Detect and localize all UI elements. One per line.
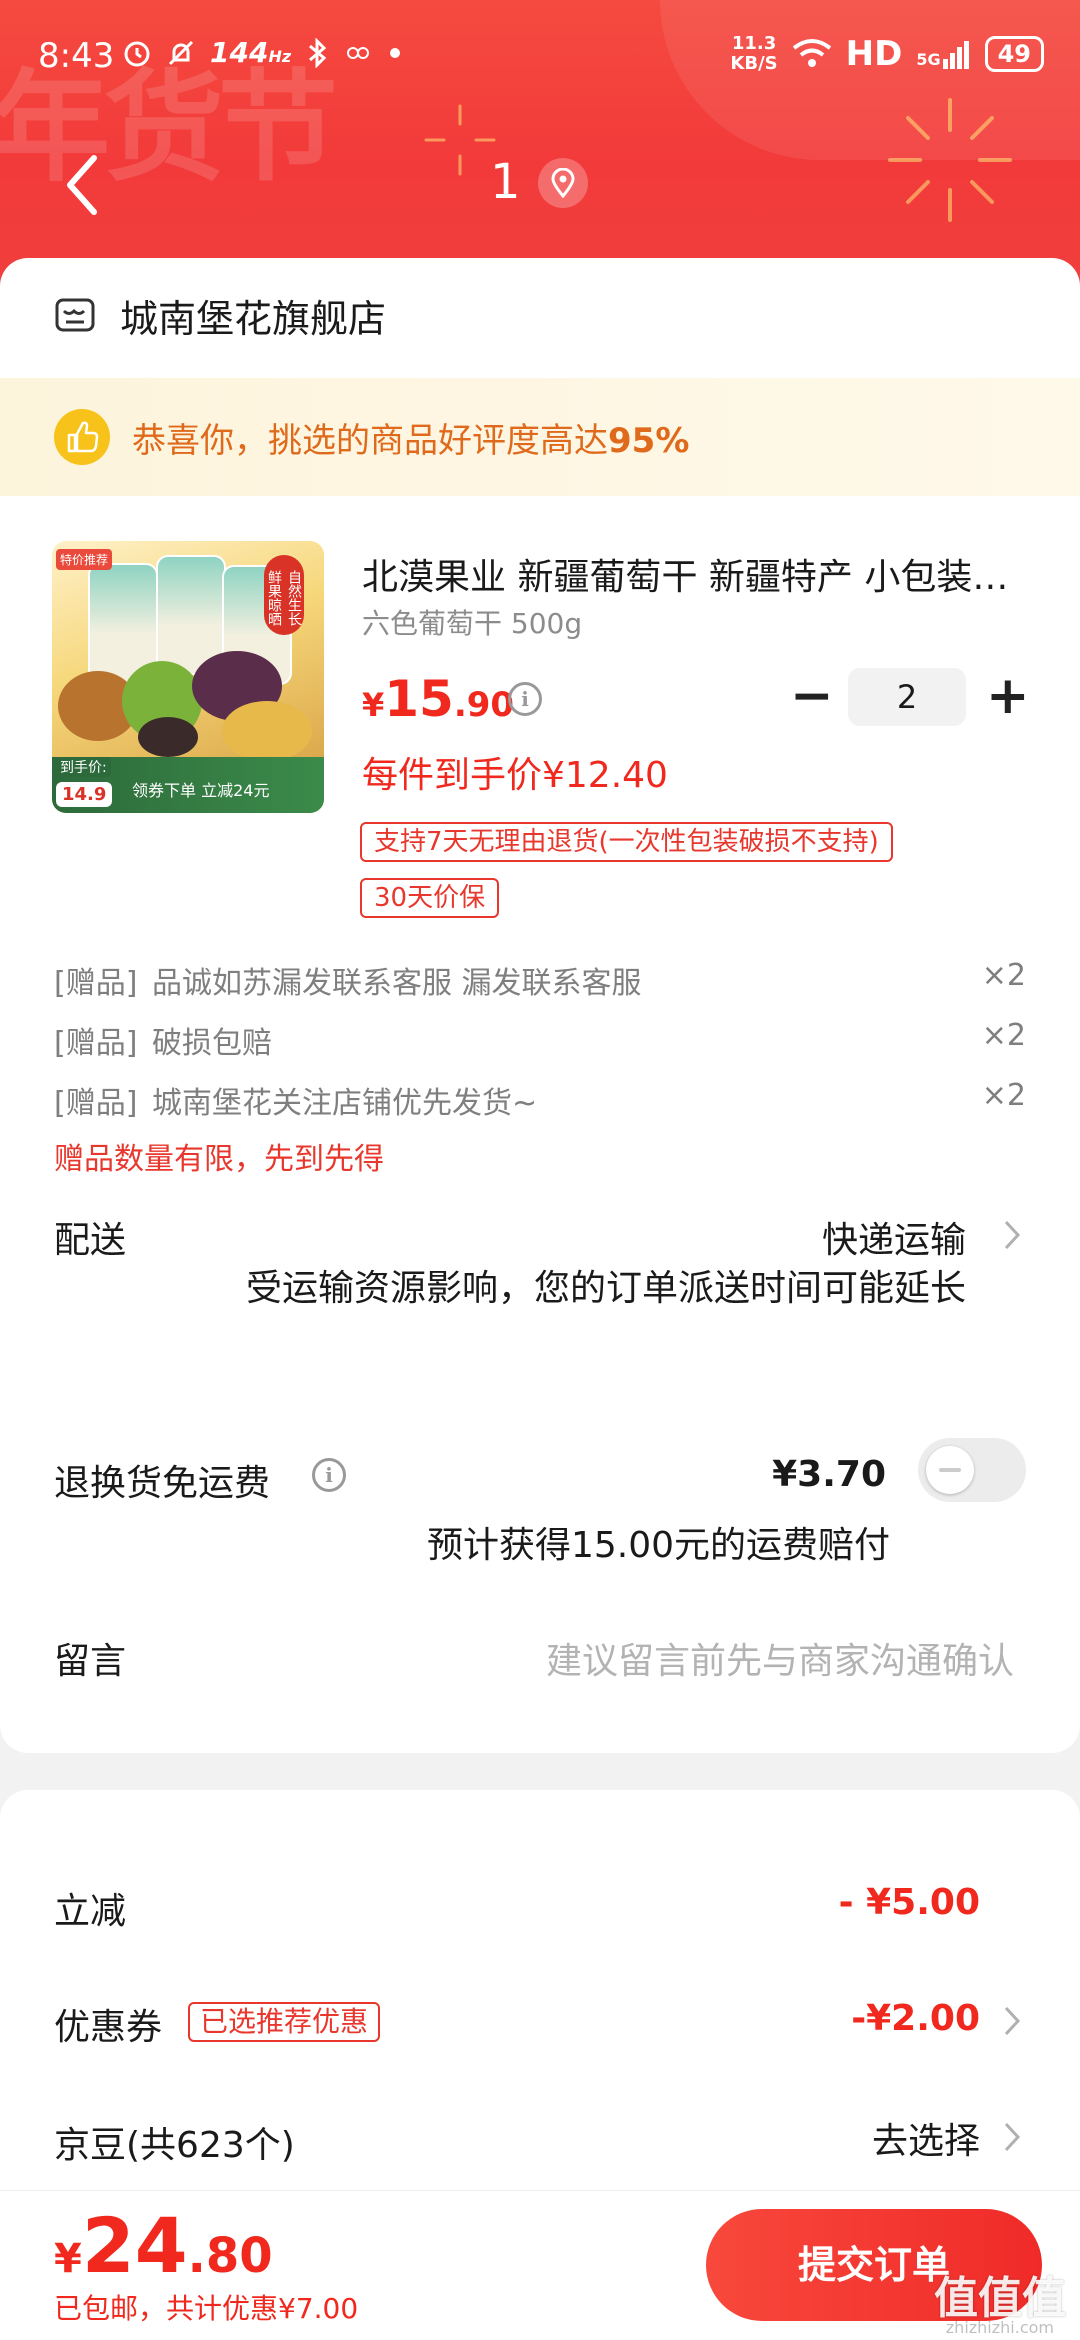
chevron-right-icon[interactable]	[1002, 2004, 1022, 2038]
product-price: ¥15.90	[362, 670, 515, 728]
chevron-right-icon[interactable]	[1002, 2120, 1022, 2154]
shop-row[interactable]: 城南堡花旗舰店	[54, 288, 386, 343]
alarm-icon	[124, 41, 150, 66]
refresh-rate: 144Hz	[210, 36, 292, 69]
shipping-warning: 受运输资源影响，您的订单派送时间可能延长	[245, 1268, 966, 1309]
total-price: ¥24.80	[54, 2201, 273, 2290]
total-note: 已包邮，共计优惠¥7.00	[54, 2292, 359, 2325]
coupon-value[interactable]: -¥2.00	[851, 1998, 980, 2039]
jd-beans-label: 京豆(共623个)	[54, 2125, 295, 2166]
instant-discount-value: - ¥5.00	[838, 1882, 980, 1923]
nav-bar: 1	[0, 140, 1080, 230]
image-price-label: 到手价:	[56, 757, 111, 777]
network-indicator: 5G	[916, 39, 970, 69]
instant-discount-label: 立减	[54, 1891, 127, 1932]
gift-item: [赠品] 城南堡花关注店铺优先发货~ ×2	[54, 1078, 1026, 1121]
product-title[interactable]: 北漠果业 新疆葡萄干 新疆特产 小包装 零食	[362, 548, 1012, 600]
final-unit-price: 每件到手价¥12.40	[362, 755, 668, 796]
return-fee-info-icon[interactable]: i	[312, 1458, 346, 1492]
status-right-icons: 11.3 KB/S HD 5G 49	[730, 34, 1044, 74]
price-info-icon[interactable]: i	[508, 682, 542, 716]
net-speed: 11.3 KB/S	[730, 33, 778, 74]
promo-banner: 恭喜你，挑选的商品好评度高达95%	[0, 378, 1080, 496]
header: 年货节 8:43 144Hz 11.3 KB/S HD 5G 49 1	[0, 0, 1080, 300]
return-fee-label: 退换货免运费	[54, 1463, 271, 1504]
signal-icon	[942, 41, 969, 69]
jd-beans-select[interactable]: 去选择	[872, 2112, 980, 2164]
image-coupon-text: 领券下单 立减24元	[132, 781, 270, 800]
return-policy-tag: 支持7天无理由退货(一次性包装破损不支持)	[360, 822, 893, 862]
gift-item: [赠品] 破损包赔 ×2	[54, 1018, 1026, 1061]
toggle-knob	[926, 1446, 974, 1494]
coupon-recommended-tag: 已选推荐优惠	[188, 2002, 381, 2042]
mute-icon	[168, 40, 194, 65]
wifi-icon	[792, 39, 831, 67]
shop-icon	[55, 298, 95, 331]
nav-title: 1	[490, 154, 521, 210]
return-fee-toggle[interactable]	[918, 1438, 1026, 1502]
quantity-minus-button[interactable]: −	[790, 670, 834, 722]
link-icon	[347, 46, 370, 59]
promo-text: 恭喜你，挑选的商品好评度高达95%	[132, 420, 690, 461]
image-corner-badge: 特价推荐	[56, 549, 113, 570]
dot-icon	[390, 47, 401, 58]
raisin-decor	[222, 701, 312, 761]
product-image[interactable]: 特价推荐 自然生长 鲜果晾晒 到手价: 14.9 领券下单 立减24元	[52, 541, 324, 813]
coupon-label: 优惠券	[54, 2007, 163, 2048]
location-icon[interactable]	[538, 158, 588, 208]
discount-card: 立减 - ¥5.00 优惠券 已选推荐优惠 -¥2.00 京豆(共623个) 去…	[0, 1790, 1080, 2250]
order-card: 城南堡花旗舰店 恭喜你，挑选的商品好评度高达95% 特价推荐 自然生长 鲜果晾晒…	[0, 258, 1080, 1753]
thumbs-up-icon	[54, 409, 110, 465]
raisin-decor	[138, 717, 198, 757]
battery-icon: 49	[984, 36, 1044, 72]
return-fee-price: ¥3.70	[772, 1454, 886, 1495]
bottom-bar: ¥24.80 已包邮，共计优惠¥7.00 提交订单	[0, 2190, 1080, 2340]
watermark-url: zhizhizhi.com	[945, 2318, 1054, 2337]
image-side-tag: 自然生长 鲜果晾晒	[264, 555, 304, 635]
shipping-method[interactable]: 快递运输	[822, 1211, 966, 1263]
message-label: 留言	[54, 1641, 127, 1682]
chevron-right-icon[interactable]	[1002, 1218, 1022, 1252]
shop-name: 城南堡花旗舰店	[120, 297, 387, 341]
watermark-logo: 值值值	[934, 2273, 1066, 2324]
gift-note: 赠品数量有限，先到先得	[54, 1142, 384, 1177]
hd-indicator: HD	[845, 34, 903, 74]
status-left-icons: 144Hz	[122, 36, 405, 69]
return-fee-note: 预计获得15.00元的运费赔付	[426, 1525, 890, 1566]
status-time: 8:43	[38, 36, 115, 76]
message-input[interactable]: 建议留言前先与商家沟通确认	[546, 1632, 1014, 1684]
quantity-input[interactable]: 2	[848, 668, 966, 726]
shipping-label: 配送	[54, 1220, 127, 1261]
quantity-plus-button[interactable]: +	[986, 670, 1030, 722]
back-icon[interactable]	[58, 150, 108, 220]
product-spec[interactable]: 六色葡萄干 500g	[362, 602, 582, 642]
gift-item: [赠品] 品诚如苏漏发联系客服 漏发联系客服 ×2	[54, 958, 1026, 1001]
image-price: 14.9	[56, 782, 113, 807]
status-bar: 8:43 144Hz 11.3 KB/S HD 5G 49	[0, 0, 1080, 110]
bluetooth-icon	[309, 37, 327, 68]
price-protect-tag: 30天价保	[360, 878, 500, 918]
